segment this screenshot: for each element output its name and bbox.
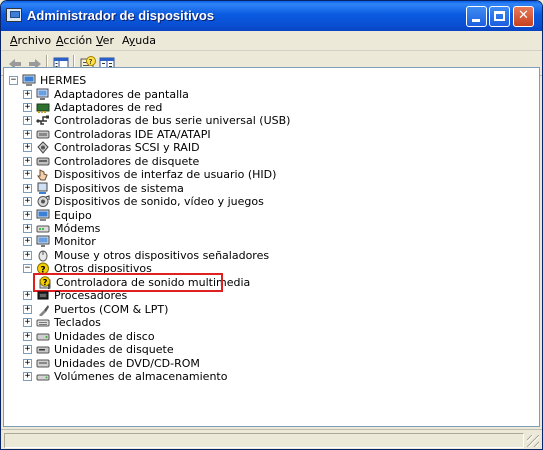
title-bar[interactable]: Administrador de dispositivos ✕ bbox=[1, 1, 542, 31]
tree-item-label: Monitor bbox=[54, 235, 96, 249]
expand-toggle[interactable]: + bbox=[23, 129, 32, 139]
expand-toggle[interactable]: + bbox=[23, 183, 32, 193]
expand-toggle[interactable]: + bbox=[23, 331, 32, 341]
expand-toggle[interactable]: + bbox=[23, 318, 32, 328]
tree-item-label: Controladores de disquete bbox=[54, 154, 200, 168]
menu-ayuda-rest: uda bbox=[135, 34, 156, 47]
window-title: Administrador de dispositivos bbox=[27, 8, 215, 23]
tree-item-label: Unidades de disquete bbox=[54, 343, 174, 357]
expand-toggle[interactable]: + bbox=[23, 156, 32, 166]
device-manager-app-icon[interactable] bbox=[6, 8, 22, 22]
mouse-icon bbox=[38, 250, 48, 262]
menu-accion-rest: cción bbox=[63, 34, 93, 47]
menu-ver[interactable]: Ver bbox=[96, 34, 114, 47]
tree-item-label: Controladoras IDE ATA/ATAPI bbox=[54, 127, 211, 141]
expand-toggle[interactable]: + bbox=[23, 345, 32, 355]
close-icon: ✕ bbox=[518, 8, 529, 23]
tree-item-label: Dispositivos de interfaz de usuario (HID… bbox=[54, 168, 277, 182]
expand-toggle[interactable]: + bbox=[23, 358, 32, 368]
device-tree-pane[interactable]: − HERMES + Adaptadores de pantalla + Adapta… bbox=[3, 67, 540, 427]
sound-video-icon bbox=[37, 195, 50, 208]
monitor-icon bbox=[36, 235, 50, 248]
device-tree: − HERMES + Adaptadores de pantalla + Adapta… bbox=[4, 68, 539, 426]
hid-icon bbox=[37, 169, 48, 181]
status-bar bbox=[1, 429, 542, 449]
menu-archivo-rest: rchivo bbox=[17, 34, 52, 47]
storage-volume-icon bbox=[36, 374, 50, 381]
menu-ver-hotkey: V bbox=[96, 34, 103, 47]
computer-icon bbox=[36, 209, 50, 221]
processor-icon bbox=[37, 291, 49, 300]
close-button[interactable]: ✕ bbox=[513, 6, 534, 27]
tree-item-label: Dispositivos de sonido, vídeo y juegos bbox=[54, 195, 264, 209]
tree-item-label: Dispositivos de sistema bbox=[54, 181, 184, 195]
computer-icon bbox=[22, 74, 36, 86]
minimize-button[interactable] bbox=[466, 6, 487, 27]
tree-item-label: Controladoras de bus serie universal (US… bbox=[54, 114, 291, 128]
expand-toggle[interactable]: + bbox=[23, 210, 32, 220]
expand-toggle[interactable]: + bbox=[23, 237, 32, 247]
device-manager-window: Administrador de dispositivos ✕ Archivo … bbox=[0, 0, 543, 450]
collapse-toggle[interactable]: − bbox=[23, 264, 32, 274]
tree-root-label: HERMES bbox=[40, 74, 87, 87]
tree-item-label: Puertos (COM & LPT) bbox=[54, 302, 169, 316]
network-adapter-icon bbox=[36, 103, 50, 113]
tree-item-label: Módems bbox=[54, 222, 101, 235]
disk-drive-icon bbox=[36, 333, 50, 341]
maximize-button[interactable] bbox=[489, 6, 510, 27]
expand-toggle[interactable]: + bbox=[23, 143, 32, 153]
expand-toggle[interactable]: + bbox=[23, 170, 32, 180]
tree-item-label: Equipo bbox=[54, 208, 92, 222]
display-adapter-icon bbox=[36, 88, 49, 100]
menu-accion[interactable]: Acción bbox=[56, 34, 92, 47]
tree-item-label: Mouse y otros dispositivos señaladores bbox=[54, 248, 270, 262]
menu-archivo[interactable]: Archivo bbox=[10, 34, 51, 47]
maximize-icon bbox=[494, 11, 505, 21]
menu-ver-rest: er bbox=[102, 34, 114, 47]
expand-toggle[interactable]: + bbox=[23, 224, 32, 233]
expand-toggle[interactable]: + bbox=[23, 89, 32, 99]
expand-toggle[interactable]: + bbox=[23, 197, 32, 207]
tree-item-label: Adaptadores de pantalla bbox=[54, 87, 189, 101]
expand-toggle[interactable]: + bbox=[23, 304, 32, 314]
modem-icon bbox=[36, 225, 50, 233]
svg-text:?: ? bbox=[89, 58, 93, 66]
menu-bar: Archivo Acción Ver Ayuda bbox=[1, 31, 542, 51]
menu-ayuda[interactable]: Ayuda bbox=[122, 34, 156, 47]
tree-item-label: Procesadores bbox=[54, 289, 128, 303]
scsi-raid-icon bbox=[37, 141, 49, 155]
expand-toggle[interactable]: + bbox=[23, 102, 32, 112]
expand-toggle[interactable]: + bbox=[23, 250, 32, 260]
tree-item-label: Teclados bbox=[54, 316, 101, 330]
tree-item-label: Unidades de DVD/CD-ROM bbox=[54, 356, 200, 370]
cdrom-icon bbox=[36, 359, 50, 367]
expand-toggle[interactable]: + bbox=[23, 291, 32, 301]
tree-item-label: Volúmenes de almacenamiento bbox=[54, 369, 228, 383]
menu-archivo-hotkey: A bbox=[10, 34, 18, 47]
tree-item-label: Controladoras SCSI y RAID bbox=[54, 141, 200, 155]
collapse-toggle[interactable]: − bbox=[9, 76, 18, 85]
floppy-drive-icon bbox=[36, 346, 50, 354]
status-panel bbox=[4, 433, 524, 448]
minimize-icon bbox=[472, 19, 480, 22]
keyboard-icon bbox=[36, 319, 50, 327]
tree-item-label: Unidades de disco bbox=[54, 329, 155, 343]
ide-controller-icon bbox=[36, 130, 50, 139]
menu-ayuda-first: A bbox=[122, 34, 129, 47]
port-icon bbox=[39, 304, 49, 316]
expand-toggle[interactable]: + bbox=[23, 371, 32, 381]
tree-item-label: Adaptadores de red bbox=[54, 100, 163, 114]
floppy-controller-icon bbox=[36, 157, 50, 166]
expand-toggle[interactable]: + bbox=[23, 116, 32, 126]
usb-icon bbox=[36, 115, 49, 126]
resize-grip[interactable] bbox=[527, 435, 539, 447]
system-device-icon bbox=[37, 182, 48, 194]
